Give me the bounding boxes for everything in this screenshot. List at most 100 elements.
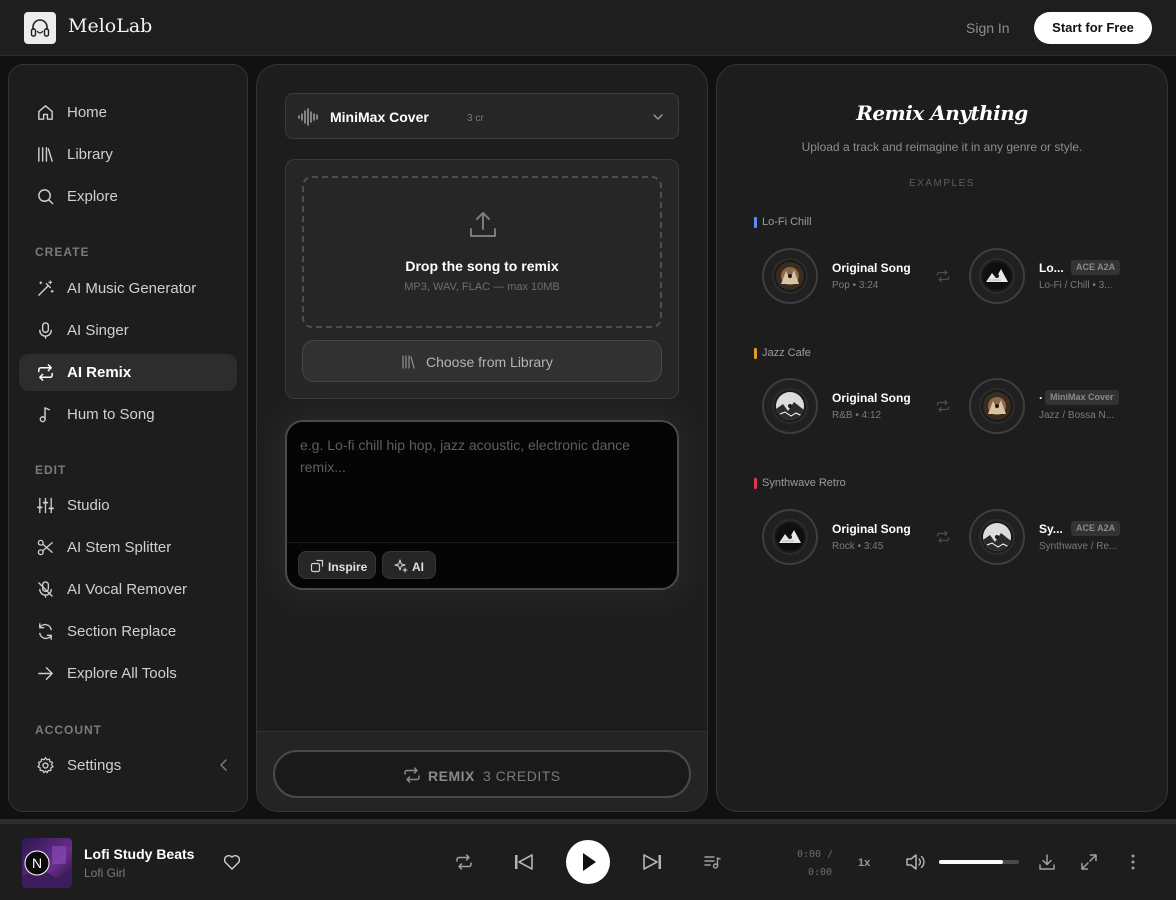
sidebar-item-ai-remix[interactable]: AI Remix [19,354,237,391]
sidebar-item-home[interactable]: Home [19,94,237,131]
volume-slider[interactable] [939,860,1019,864]
remix-vinyl-button[interactable] [969,378,1025,434]
sidebar-item-hum-to-song[interactable]: Hum to Song [19,396,237,433]
start-free-button[interactable]: Start for Free [1034,12,1152,44]
more-vertical-icon[interactable] [1130,853,1136,871]
group-color-bar [754,478,757,489]
remix-song-meta: Jazz / Bossa N... [1039,410,1115,421]
examples-title: Remix Anything [856,101,1028,125]
repeat-icon [936,530,950,544]
sidebar-item-section-replace[interactable]: Section Replace [19,613,237,650]
drop-subtitle: MP3, WAV, FLAC — max 10MB [404,281,560,293]
album-art [983,262,1011,290]
model-tag: ACE A2A [1071,521,1121,536]
sidebar-item-settings[interactable]: Settings [19,747,237,784]
prompt-divider [287,542,677,543]
sidebar-item-label: AI Vocal Remover [67,581,188,598]
search-icon [38,189,54,205]
sidebar-item-label: AI Remix [67,364,132,381]
mic-off-icon [38,581,53,598]
music-note-icon [39,407,51,423]
examples-panel: Remix Anything Upload a track and reimag… [716,64,1168,812]
sidebar-item-explore[interactable]: Explore [19,178,237,215]
queue-icon[interactable] [703,854,721,870]
drop-zone[interactable]: Drop the song to remix MP3, WAV, FLAC — … [302,176,662,328]
repeat-icon [936,399,950,413]
shuffle-icon [310,559,324,573]
album-art [776,523,804,551]
model-select[interactable]: MiniMax Cover 3 cr [285,93,679,139]
cover-art: N [22,838,72,888]
sidebar-item-ai-vocal-remover[interactable]: AI Vocal Remover [19,571,237,608]
remix-button[interactable]: REMIX 3 CREDITS [273,750,691,798]
sidebar-item-explore-all-tools[interactable]: Explore All Tools [19,655,237,692]
sparkle-icon [394,559,408,573]
repeat-icon[interactable] [455,853,473,871]
sidebar-item-label: Explore All Tools [67,665,177,682]
sidebar-item-ai-music-generator[interactable]: AI Music Generator [19,270,237,307]
skip-next-icon[interactable] [641,852,663,872]
album-art [776,262,804,290]
model-tag: ACE A2A [1071,260,1121,275]
model-name: MiniMax Cover [330,109,429,125]
sidebar-item-label: Hum to Song [67,406,155,423]
group-color-bar [754,217,757,228]
ai-label: AI [412,560,424,574]
inspire-button[interactable]: Inspire [298,551,376,579]
app-name[interactable]: MeloLab [68,15,152,37]
home-icon [38,105,53,120]
track-title[interactable]: Lofi Study Beats [84,846,194,862]
sidebar-item-ai-stem-splitter[interactable]: AI Stem Splitter [19,529,237,566]
original-song-title: Original Song [832,391,911,405]
original-song-meta: R&B • 4:12 [832,410,882,421]
repeat-icon [936,269,950,283]
sidebar-item-label: Explore [67,188,118,205]
playback-speed-button[interactable]: 1x [858,857,870,869]
play-button[interactable] [566,840,610,884]
credits-label: 3 CREDITS [483,768,561,784]
original-vinyl-button[interactable] [762,248,818,304]
time-total: 0:00 [808,867,833,878]
original-vinyl-button[interactable] [762,378,818,434]
skip-previous-icon[interactable] [513,852,535,872]
section-title-account: ACCOUNT [35,723,102,737]
sign-in-link[interactable]: Sign In [966,20,1010,36]
group-name: Synthwave Retro [762,477,846,489]
track-artist[interactable]: Lofi Girl [84,866,125,880]
album-art [983,392,1011,420]
expand-icon[interactable] [1080,853,1098,871]
chevron-left-icon[interactable] [217,758,231,772]
sidebar-item-ai-singer[interactable]: AI Singer [19,312,237,349]
sidebar-item-label: Settings [67,757,122,774]
music-player: N Lofi Study Beats Lofi Girl 0:00 / 0:00… [0,824,1176,900]
sidebar-item-label: Studio [67,497,110,514]
model-tag: MiniMax Cover [1045,390,1119,405]
headphones-logo-icon [30,19,50,37]
microphone-icon [39,322,52,339]
album-art [776,392,804,420]
download-icon[interactable] [1038,853,1056,871]
sidebar-item-label: AI Stem Splitter [67,539,172,556]
group-color-bar [754,348,757,359]
sidebar-item-studio[interactable]: Studio [19,487,237,524]
ai-button[interactable]: AI [382,551,436,579]
original-song-meta: Rock • 3:45 [832,541,884,552]
original-vinyl-button[interactable] [762,509,818,565]
remix-vinyl-button[interactable] [969,509,1025,565]
drop-title: Drop the song to remix [405,258,559,274]
repeat-icon [404,767,420,783]
remix-vinyl-button[interactable] [969,248,1025,304]
choose-from-library-button[interactable]: Choose from Library [302,340,662,382]
refresh-icon [39,623,52,640]
volume-icon[interactable] [905,853,925,871]
app-logo[interactable] [24,12,56,44]
example-row: Original Song R&B • 4:12 · MiniMax Cover… [717,378,1167,436]
inspire-label: Inspire [328,560,368,574]
sidebar-item-library[interactable]: Library [19,136,237,173]
track-cover[interactable]: N [22,838,72,888]
style-prompt-input[interactable]: e.g. Lo-fi chill hip hop, jazz acoustic,… [285,420,679,590]
album-art [983,523,1011,551]
heart-icon[interactable] [223,854,241,870]
original-song-title: Original Song [832,261,911,275]
prompt-placeholder: e.g. Lo-fi chill hip hop, jazz acoustic,… [300,437,630,475]
